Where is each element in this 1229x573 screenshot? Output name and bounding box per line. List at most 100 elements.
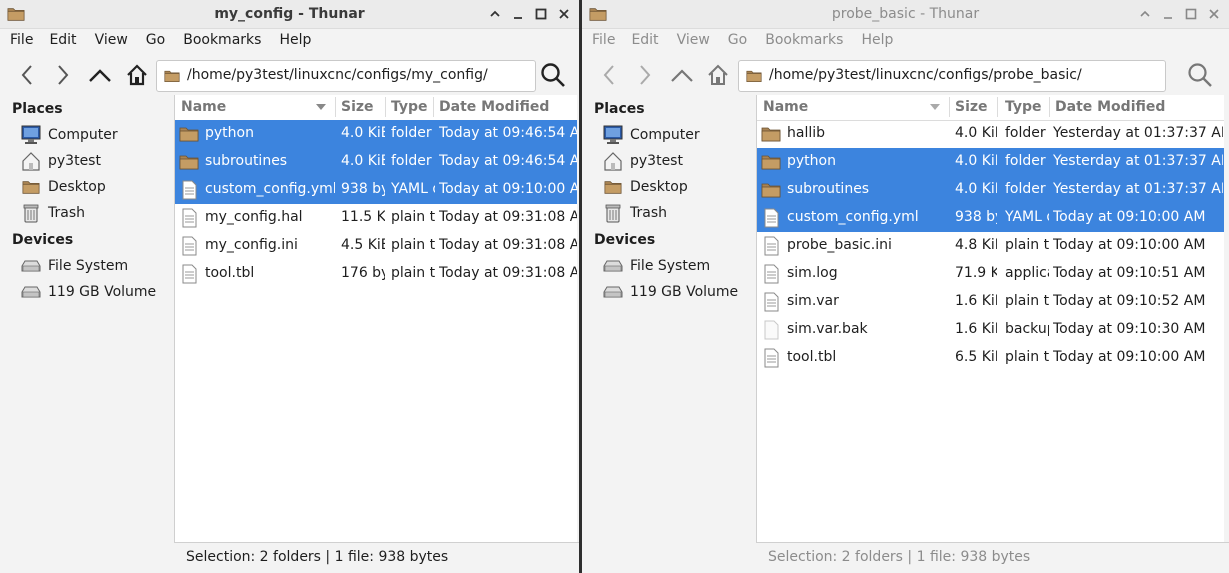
menu-help[interactable]: Help <box>273 28 317 52</box>
parent-folder-button[interactable] <box>669 62 695 88</box>
file-row[interactable]: sim.log 71.9 KiB applicationToday at 09:10… <box>757 260 1224 288</box>
minimize-button[interactable] <box>1156 4 1179 24</box>
file-name: my_config.ini <box>205 237 298 253</box>
sidebar-item-volume[interactable]: 119 GB Volume <box>602 280 752 304</box>
menu-file[interactable]: File <box>0 28 39 52</box>
column-size[interactable]: Size <box>955 99 988 115</box>
computer-icon <box>20 125 42 145</box>
menu-view[interactable]: View <box>89 28 134 52</box>
minimize-icon <box>513 17 522 19</box>
file-row[interactable]: my_config.ini 4.5 KiB plain textToday at 0… <box>175 232 577 260</box>
maximize-button[interactable] <box>529 4 552 24</box>
folder-row[interactable]: subroutines 4.0 KiB folder Yesterday at 01:… <box>757 176 1224 204</box>
close-button[interactable] <box>1202 4 1225 24</box>
menu-view[interactable]: View <box>671 28 716 52</box>
folder-row[interactable]: hallib 4.0 KiB folder Yesterday at 01:37:37… <box>757 120 1224 148</box>
sidebar-item-desktop[interactable]: Desktop <box>20 175 170 199</box>
trash-icon <box>602 203 624 223</box>
file-row[interactable]: my_config.hal 11.5 KiB plain textToday at … <box>175 204 577 232</box>
status-text: Selection: 2 folders | 1 file: 938 bytes <box>768 549 1031 565</box>
menu-help[interactable]: Help <box>855 28 899 52</box>
devices-heading: Devices <box>594 232 656 248</box>
file-name: probe_basic.ini <box>787 237 892 253</box>
folder-row[interactable]: python 4.0 KiB folder Yesterday at 01:37:37… <box>757 148 1224 176</box>
column-type[interactable]: Type <box>391 99 428 115</box>
close-button[interactable] <box>552 4 575 24</box>
folder-row[interactable]: python 4.0 KiB folder Today at 09:46:54 AM <box>175 120 577 148</box>
sidebar-item-file-system[interactable]: File System <box>602 254 752 278</box>
drive-icon <box>602 282 624 302</box>
sidebar-item-label: py3test <box>48 153 101 169</box>
back-button[interactable] <box>14 62 40 88</box>
file-date: Today at 09:10:51 AM <box>1053 265 1206 281</box>
search-icon <box>1188 63 1212 87</box>
file-type: YAML document <box>391 181 435 197</box>
menu-go[interactable]: Go <box>722 28 753 52</box>
back-button[interactable] <box>596 62 622 88</box>
file-row[interactable]: tool.tbl 6.5 KiB plain textToday at 09:10:… <box>757 344 1224 372</box>
column-name[interactable]: Name <box>181 99 226 115</box>
file-type: application <box>1005 265 1049 281</box>
home-button[interactable] <box>124 62 150 88</box>
file-icon <box>761 320 781 340</box>
menu-bar: File Edit View Go Bookmarks Help <box>0 28 579 52</box>
location-path: /home/py3test/linuxcnc/configs/probe_bas… <box>769 67 1082 83</box>
menu-file[interactable]: File <box>582 28 621 52</box>
file-type: YAML document <box>1005 209 1049 225</box>
sidebar-item-desktop[interactable]: Desktop <box>602 175 752 199</box>
sidebar-item-label: File System <box>630 258 711 274</box>
sidebar-item-trash[interactable]: Trash <box>602 201 752 225</box>
column-date[interactable]: Date Modified <box>439 99 549 115</box>
menu-edit[interactable]: Edit <box>625 28 664 52</box>
maximize-button[interactable] <box>1179 4 1202 24</box>
location-bar[interactable]: /home/py3test/linuxcnc/configs/my_config… <box>156 60 536 92</box>
file-list[interactable]: Name Size Type Date Modified hallib 4.0 K… <box>756 95 1224 543</box>
maximize-icon <box>535 8 546 20</box>
folder-row[interactable]: subroutines 4.0 KiB folder Today at 09:46:5… <box>175 148 577 176</box>
search-button[interactable] <box>540 62 566 88</box>
roll-up-button[interactable] <box>1133 4 1156 24</box>
forward-button[interactable] <box>632 62 658 88</box>
sidebar-item-home[interactable]: py3test <box>602 149 752 173</box>
file-date: Today at 09:31:08 AM <box>439 237 577 253</box>
sidebar-item-home[interactable]: py3test <box>20 149 170 173</box>
minimize-button[interactable] <box>506 4 529 24</box>
file-name: tool.tbl <box>205 265 255 281</box>
location-bar[interactable]: /home/py3test/linuxcnc/configs/probe_bas… <box>738 60 1166 92</box>
file-size: 938 bytes <box>955 209 997 225</box>
home-button[interactable] <box>705 62 731 88</box>
file-row[interactable]: custom_config.yml 938 bytes YAML documentT… <box>757 204 1224 232</box>
title-bar[interactable]: my_config - Thunar <box>0 0 579 29</box>
roll-up-button[interactable] <box>483 4 506 24</box>
column-name[interactable]: Name <box>763 99 808 115</box>
sidebar-item-volume[interactable]: 119 GB Volume <box>20 280 170 304</box>
sidebar-item-computer[interactable]: Computer <box>20 123 170 147</box>
sort-down-icon[interactable] <box>929 103 941 111</box>
column-type[interactable]: Type <box>1005 99 1042 115</box>
menu-bookmarks[interactable]: Bookmarks <box>177 28 267 52</box>
file-row[interactable]: tool.tbl 176 bytes plain textToday at 09:3… <box>175 260 577 288</box>
file-row[interactable]: probe_basic.ini 4.8 KiB plain textToday at… <box>757 232 1224 260</box>
sidebar: Places Computer py3test Desktop Trash De… <box>0 95 174 573</box>
forward-button[interactable] <box>50 62 76 88</box>
parent-folder-button[interactable] <box>87 62 113 88</box>
file-list[interactable]: Name Size Type Date Modified python 4.0 K… <box>174 95 577 543</box>
file-row[interactable]: custom_config.yml 938 bytes YAML documentT… <box>175 176 577 204</box>
column-size[interactable]: Size <box>341 99 374 115</box>
sidebar-item-label: Trash <box>630 205 667 221</box>
menu-bookmarks[interactable]: Bookmarks <box>759 28 849 52</box>
file-row[interactable]: sim.var.bak 1.6 KiB backupToday at 09:10:3… <box>757 316 1224 344</box>
title-bar[interactable]: probe_basic - Thunar <box>582 0 1229 29</box>
menu-edit[interactable]: Edit <box>43 28 82 52</box>
sidebar-item-trash[interactable]: Trash <box>20 201 170 225</box>
sidebar-item-file-system[interactable]: File System <box>20 254 170 278</box>
file-row[interactable]: sim.var 1.6 KiB plain textToday at 09:10:5… <box>757 288 1224 316</box>
sidebar-item-computer[interactable]: Computer <box>602 123 752 147</box>
menu-go[interactable]: Go <box>140 28 171 52</box>
column-date[interactable]: Date Modified <box>1055 99 1165 115</box>
search-button[interactable] <box>1187 62 1213 88</box>
sort-down-icon[interactable] <box>315 103 327 111</box>
home-icon <box>708 64 728 85</box>
file-name: sim.var <box>787 293 839 309</box>
places-heading: Places <box>594 101 645 117</box>
